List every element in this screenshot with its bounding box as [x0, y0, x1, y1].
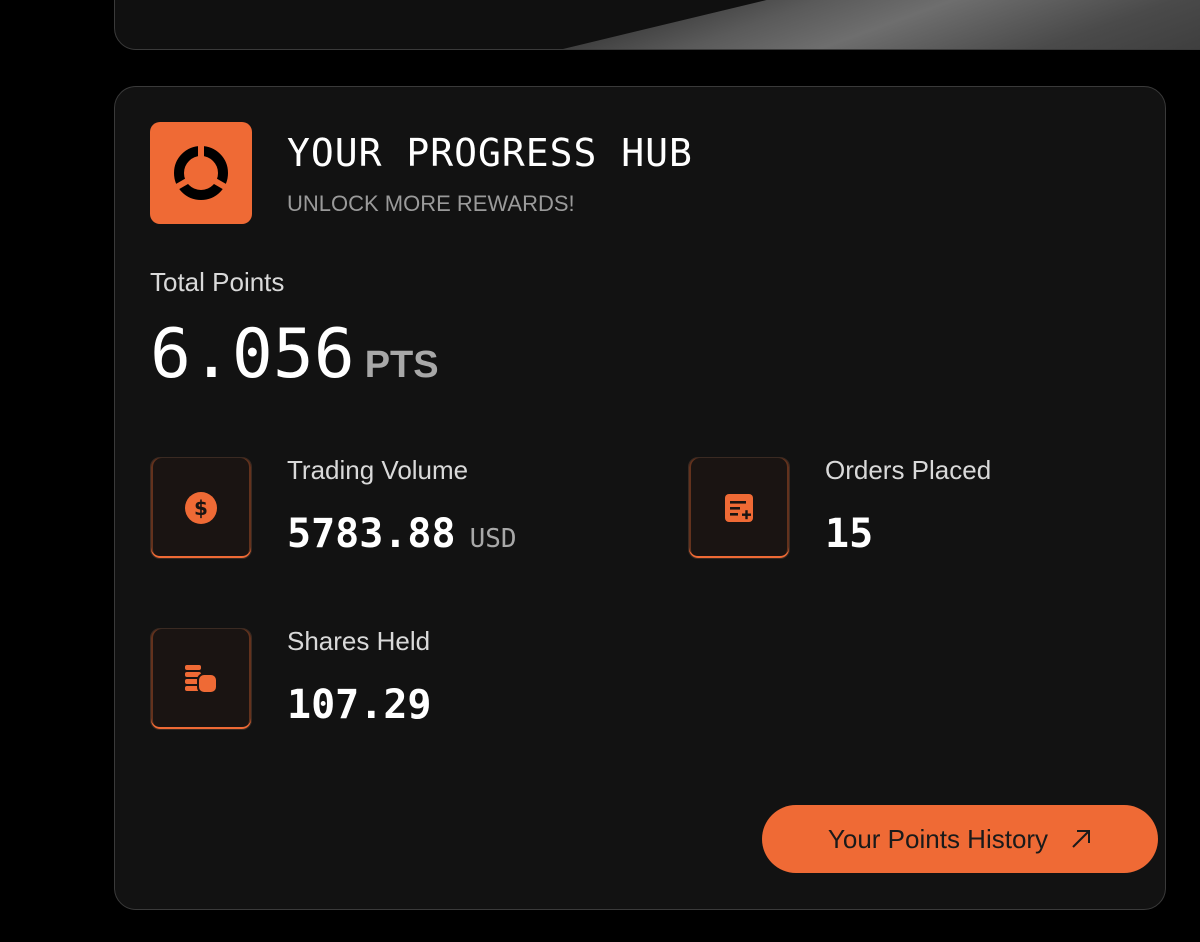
coin-stack-icon — [185, 665, 218, 694]
order-list-add-icon — [725, 494, 753, 522]
trading-volume-unit: USD — [469, 524, 517, 554]
orders-placed-icon-tile — [688, 457, 790, 559]
trading-volume-icon-tile: $ — [150, 457, 252, 559]
dollar-coin-icon: $ — [185, 492, 217, 524]
shares-held-value-row: 107.29 — [287, 682, 432, 728]
total-points-label: Total Points — [150, 267, 285, 297]
arrow-up-right-icon — [1070, 828, 1092, 850]
orders-placed-value-row: 15 — [825, 511, 873, 557]
hub-logo — [150, 122, 252, 224]
top-banner-card — [114, 0, 1200, 50]
segmented-circle-icon — [174, 144, 228, 200]
trading-volume-value: 5783.88 — [287, 511, 456, 557]
shares-held-value: 107.29 — [287, 682, 432, 728]
trading-volume-label: Trading Volume — [287, 455, 469, 485]
orders-placed-value: 15 — [825, 511, 874, 557]
shares-held-icon-tile — [150, 628, 252, 730]
hub-subtitle: UNLOCK MORE REWARDS! — [287, 191, 575, 216]
total-points-value-row: 6.056 PTS — [150, 315, 439, 394]
progress-hub-card: YOUR PROGRESS HUB UNLOCK MORE REWARDS! T… — [114, 86, 1166, 910]
total-points-value: 6.056 — [150, 315, 355, 394]
points-history-button[interactable]: Your Points History — [762, 805, 1158, 873]
points-history-button-label: Your Points History — [827, 823, 1049, 854]
shares-held-label: Shares Held — [287, 626, 431, 656]
orders-placed-label: Orders Placed — [825, 455, 992, 485]
trading-volume-value-row: 5783.88 USD — [287, 511, 517, 557]
banner-image — [563, 0, 1200, 49]
hub-title: YOUR PROGRESS HUB — [287, 131, 693, 175]
svg-text:$: $ — [194, 496, 208, 520]
total-points-unit: PTS — [364, 344, 439, 386]
